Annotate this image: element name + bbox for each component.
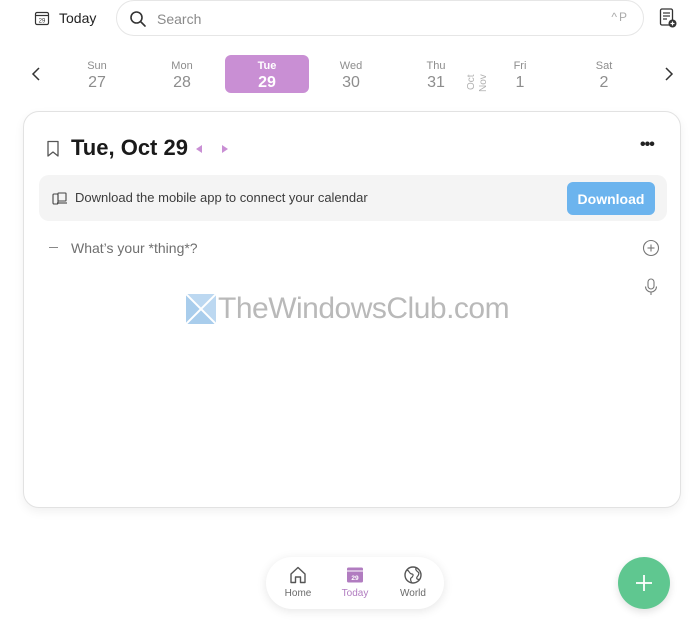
nav-home[interactable]: Home [274,565,322,605]
home-icon [290,566,306,584]
mobile-app-banner: Download the mobile app to connect your … [39,175,667,221]
svg-text:29: 29 [39,19,46,25]
more-options-button[interactable]: ••• [640,137,658,154]
bottom-nav: Home 29 Today World [266,557,444,609]
month-label-prev: Oct [466,74,477,90]
calendar-icon: 29 [34,11,50,26]
search-bar[interactable]: ^P [116,0,644,36]
nav-today[interactable]: 29 Today [331,565,379,605]
watermark-logo-icon [186,294,216,324]
card-header: Tue, Oct 29 ••• [24,134,680,164]
previous-day-icon[interactable] [194,143,204,155]
watermark-text: TheWindowsClub.com [218,292,510,325]
nav-world[interactable]: World [389,565,437,605]
next-week-chevron-icon[interactable] [661,64,677,84]
search-input[interactable] [157,9,577,29]
previous-week-chevron-icon[interactable] [28,64,44,84]
thing-row [24,236,680,260]
devices-icon [52,192,67,205]
search-icon [130,11,146,27]
card-title: Tue, Oct 29 [71,135,188,160]
day-sun[interactable]: Sun 27 [55,55,139,93]
bookmark-icon[interactable] [46,140,60,158]
globe-icon [404,566,422,584]
watermark: TheWindowsClub.com [186,292,510,326]
day-wed[interactable]: Wed 30 [309,55,393,93]
download-button[interactable]: Download [567,182,655,215]
add-fab-button[interactable] [618,557,670,609]
day-mon[interactable]: Mon 28 [140,55,224,93]
top-bar: 29 Today ^P [0,0,700,36]
today-label: Today [59,10,97,26]
week-strip: Sun 27 Mon 28 Tue 29 Wed 30 Thu 31 Oct N… [0,52,700,96]
today-button[interactable]: 29 Today [34,6,96,30]
microphone-icon[interactable] [644,278,658,296]
bullet-dash [49,247,58,248]
search-shortcut-hint: ^P [611,10,629,24]
thing-input[interactable] [71,238,611,258]
svg-text:29: 29 [351,575,359,582]
banner-message: Download the mobile app to connect your … [75,190,368,205]
day-tue-selected[interactable]: Tue 29 [225,55,309,93]
day-sat[interactable]: Sat 2 [562,55,646,93]
next-day-icon[interactable] [220,143,230,155]
plus-icon [636,575,652,591]
add-circle-icon[interactable] [642,239,660,257]
day-fri[interactable]: Fri 1 [478,55,562,93]
calendar-icon: 29 [347,567,363,583]
new-note-icon[interactable] [659,8,677,28]
